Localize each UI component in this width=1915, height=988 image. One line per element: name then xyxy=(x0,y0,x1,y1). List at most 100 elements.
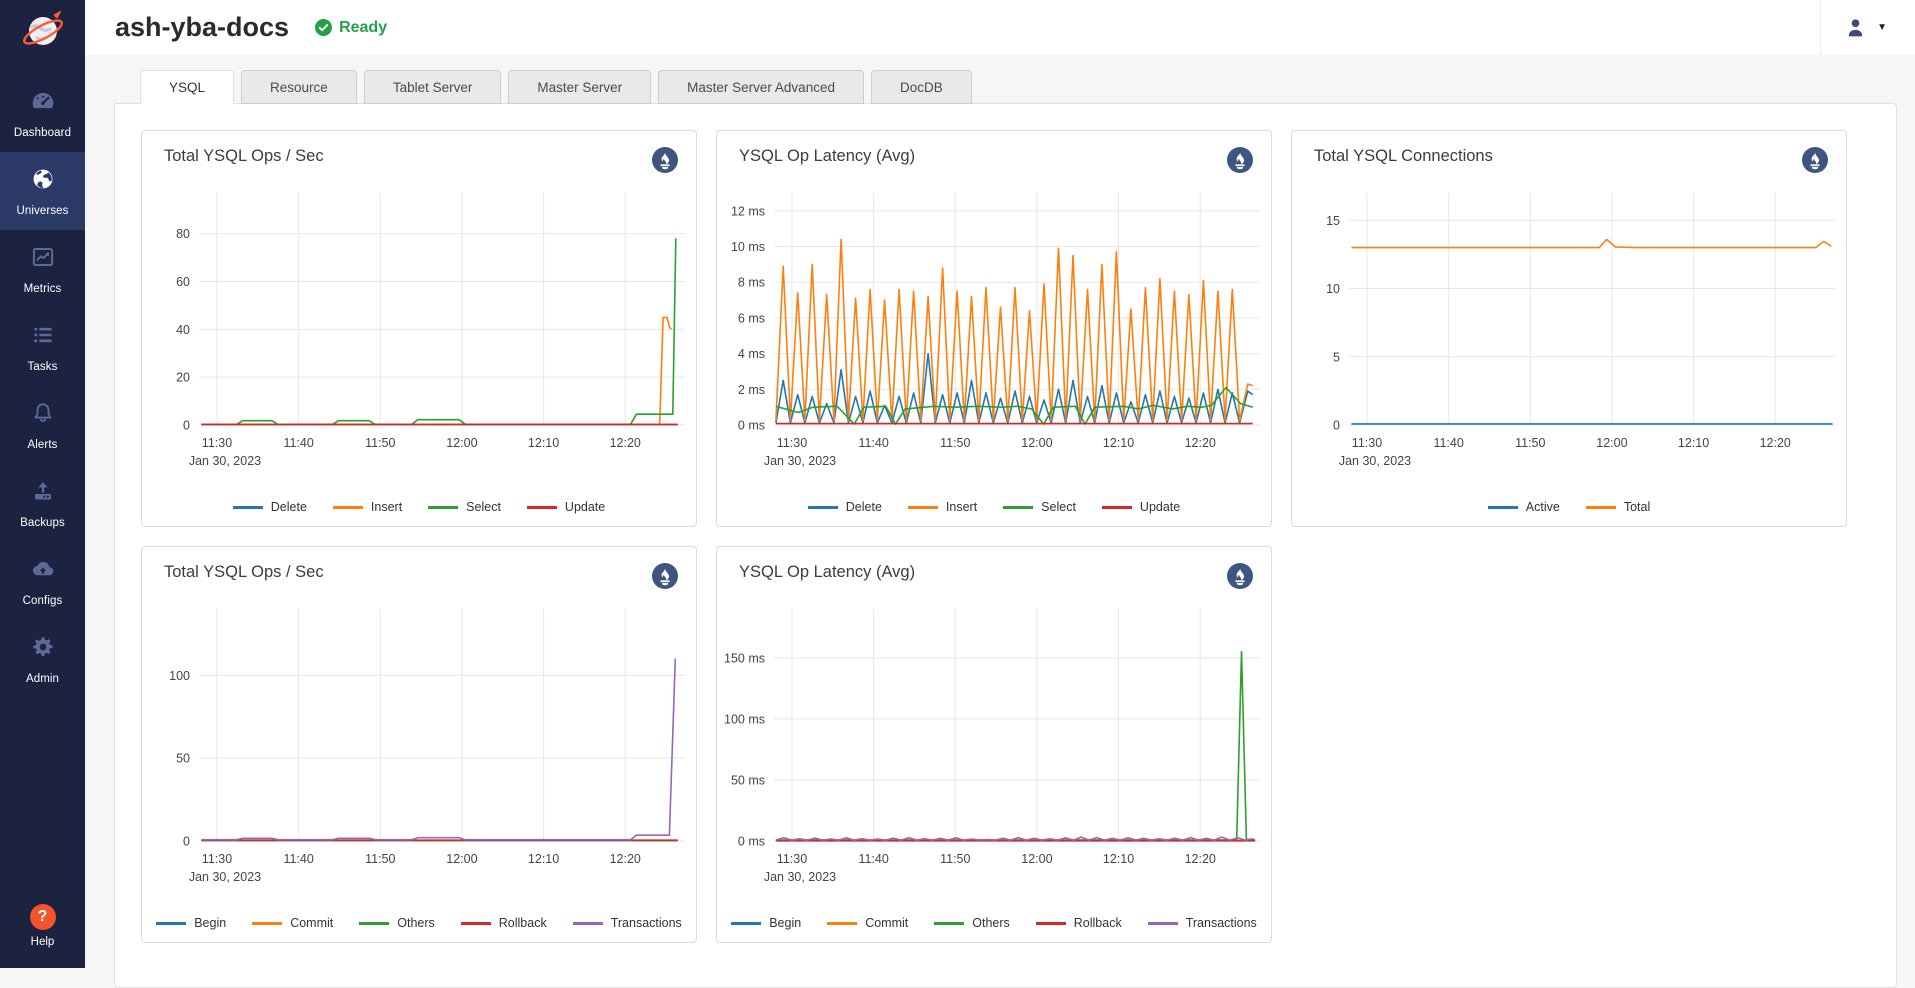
series-line-total xyxy=(1351,239,1831,247)
legend-item-insert[interactable]: Insert xyxy=(908,500,977,514)
legend-item-commit[interactable]: Commit xyxy=(252,916,333,930)
prometheus-icon[interactable] xyxy=(1227,147,1253,173)
legend-item-update[interactable]: Update xyxy=(1102,500,1180,514)
y-axis-tick: 15 xyxy=(1326,214,1340,228)
sidebar-item-alerts[interactable]: Alerts xyxy=(0,386,85,464)
sidebar-item-tasks[interactable]: Tasks xyxy=(0,308,85,386)
legend-item-update[interactable]: Update xyxy=(527,500,605,514)
legend-item-select[interactable]: Select xyxy=(428,500,501,514)
x-axis-tick: 11:50 xyxy=(365,436,395,450)
x-axis-tick: 12:00 xyxy=(1021,436,1052,450)
legend-item-others[interactable]: Others xyxy=(934,916,1010,930)
legend-label: Begin xyxy=(194,916,226,930)
tab-master-server[interactable]: Master Server xyxy=(508,70,651,104)
y-axis-tick: 80 xyxy=(176,227,190,241)
configs-cloud-icon xyxy=(30,556,56,587)
legend-label: Commit xyxy=(290,916,333,930)
sidebar-item-label: Configs xyxy=(23,595,63,607)
chevron-down-icon: ▼ xyxy=(1877,22,1887,33)
y-axis-tick: 0 ms xyxy=(738,835,765,849)
legend-swatch xyxy=(731,922,761,925)
sidebar-item-metrics[interactable]: Metrics xyxy=(0,230,85,308)
y-axis-tick: 4 ms xyxy=(738,347,765,361)
legend-item-total[interactable]: Total xyxy=(1586,500,1650,514)
x-axis-tick: 11:40 xyxy=(858,852,888,866)
tab-ysql[interactable]: YSQL xyxy=(140,70,234,104)
prometheus-icon[interactable] xyxy=(652,563,678,589)
legend-item-transactions[interactable]: Transactions xyxy=(573,916,682,930)
x-axis-tick: 12:10 xyxy=(1103,852,1134,866)
user-menu-button[interactable]: ▼ xyxy=(1820,0,1915,55)
y-axis-tick: 12 ms xyxy=(731,204,765,218)
series-line-select xyxy=(201,238,675,424)
chart-canvas[interactable]: 11:30Jan 30, 202311:4011:5012:0012:1012:… xyxy=(143,595,695,887)
yugabyte-logo[interactable] xyxy=(0,0,85,60)
page-header: ash-yba-docs Ready ▼ xyxy=(85,0,1915,55)
x-axis-tick: 11:50 xyxy=(940,436,970,450)
legend-item-insert[interactable]: Insert xyxy=(333,500,402,514)
series-line-transactions xyxy=(201,659,675,840)
sidebar-item-help[interactable]: ? Help xyxy=(0,894,85,958)
sidebar-item-universes[interactable]: Universes xyxy=(0,152,85,230)
tab-resource[interactable]: Resource xyxy=(241,70,357,104)
prometheus-icon[interactable] xyxy=(1227,563,1253,589)
sidebar-item-configs[interactable]: Configs xyxy=(0,542,85,620)
chart-canvas[interactable]: 11:30Jan 30, 202311:4011:5012:0012:1012:… xyxy=(143,179,695,471)
chart-panel-2: YSQL Op Latency (Avg)11:30Jan 30, 202311… xyxy=(716,130,1272,527)
legend-swatch xyxy=(908,506,938,509)
legend-item-active[interactable]: Active xyxy=(1488,500,1560,514)
y-axis-tick: 5 xyxy=(1333,350,1340,364)
sidebar-item-label: Help xyxy=(31,936,55,948)
legend-item-begin[interactable]: Begin xyxy=(156,916,226,930)
legend-swatch xyxy=(1036,922,1066,925)
x-axis-tick: 12:20 xyxy=(1185,436,1216,450)
prometheus-icon[interactable] xyxy=(652,147,678,173)
prometheus-icon[interactable] xyxy=(1802,147,1828,173)
metrics-icon xyxy=(30,244,56,275)
x-axis-tick: 11:40 xyxy=(283,852,313,866)
x-axis-tick: 11:30 xyxy=(202,852,232,866)
x-axis-tick: 11:50 xyxy=(365,852,395,866)
chart-canvas[interactable]: 11:30Jan 30, 202311:4011:5012:0012:1012:… xyxy=(718,595,1270,887)
legend-label: Select xyxy=(466,500,501,514)
chart-canvas[interactable]: 11:30Jan 30, 202311:4011:5012:0012:1012:… xyxy=(718,179,1270,471)
user-icon xyxy=(1843,15,1868,40)
sidebar-item-backups[interactable]: Backups xyxy=(0,464,85,542)
alerts-bell-icon xyxy=(30,400,56,431)
legend-item-rollback[interactable]: Rollback xyxy=(461,916,547,930)
sidebar-item-label: Universes xyxy=(16,205,68,217)
dashboard-icon xyxy=(30,88,56,119)
legend-label: Rollback xyxy=(1074,916,1122,930)
chart-legend: Active Total xyxy=(1292,500,1846,526)
y-axis-tick: 150 ms xyxy=(724,651,765,665)
legend-swatch xyxy=(233,506,263,509)
legend-item-commit[interactable]: Commit xyxy=(827,916,908,930)
legend-item-begin[interactable]: Begin xyxy=(731,916,801,930)
x-axis-tick: 11:40 xyxy=(1433,436,1463,450)
legend-item-select[interactable]: Select xyxy=(1003,500,1076,514)
chart-panel-3: Total YSQL Connections11:30Jan 30, 20231… xyxy=(1291,130,1847,527)
y-axis-tick: 50 ms xyxy=(731,773,765,787)
tab-docdb[interactable]: DocDB xyxy=(871,70,972,104)
tab-master-server-advanced[interactable]: Master Server Advanced xyxy=(658,70,864,104)
x-axis-tick: 11:50 xyxy=(1515,436,1545,450)
legend-item-others[interactable]: Others xyxy=(359,916,435,930)
chart-canvas[interactable]: 11:30Jan 30, 202311:4011:5012:0012:1012:… xyxy=(1293,179,1845,471)
legend-label: Transactions xyxy=(611,916,682,930)
sidebar-item-label: Metrics xyxy=(24,283,62,295)
chart-legend: Begin Commit Others Rollback Transactions xyxy=(142,916,696,942)
tab-tablet-server[interactable]: Tablet Server xyxy=(364,70,502,104)
legend-item-delete[interactable]: Delete xyxy=(808,500,882,514)
legend-item-transactions[interactable]: Transactions xyxy=(1148,916,1257,930)
universes-globe-icon xyxy=(30,166,56,197)
chart-panel-header: Total YSQL Connections xyxy=(1292,131,1846,177)
x-axis-tick: 12:20 xyxy=(610,436,641,450)
legend-item-rollback[interactable]: Rollback xyxy=(1036,916,1122,930)
x-axis-tick: 12:00 xyxy=(1021,852,1052,866)
metrics-tab-bar: YSQLResourceTablet ServerMaster ServerMa… xyxy=(140,70,1915,103)
legend-label: Select xyxy=(1041,500,1076,514)
sidebar-item-dashboard[interactable]: Dashboard xyxy=(0,74,85,152)
chart-title: Total YSQL Connections xyxy=(1314,147,1493,166)
legend-item-delete[interactable]: Delete xyxy=(233,500,307,514)
sidebar-item-admin[interactable]: Admin xyxy=(0,620,85,698)
